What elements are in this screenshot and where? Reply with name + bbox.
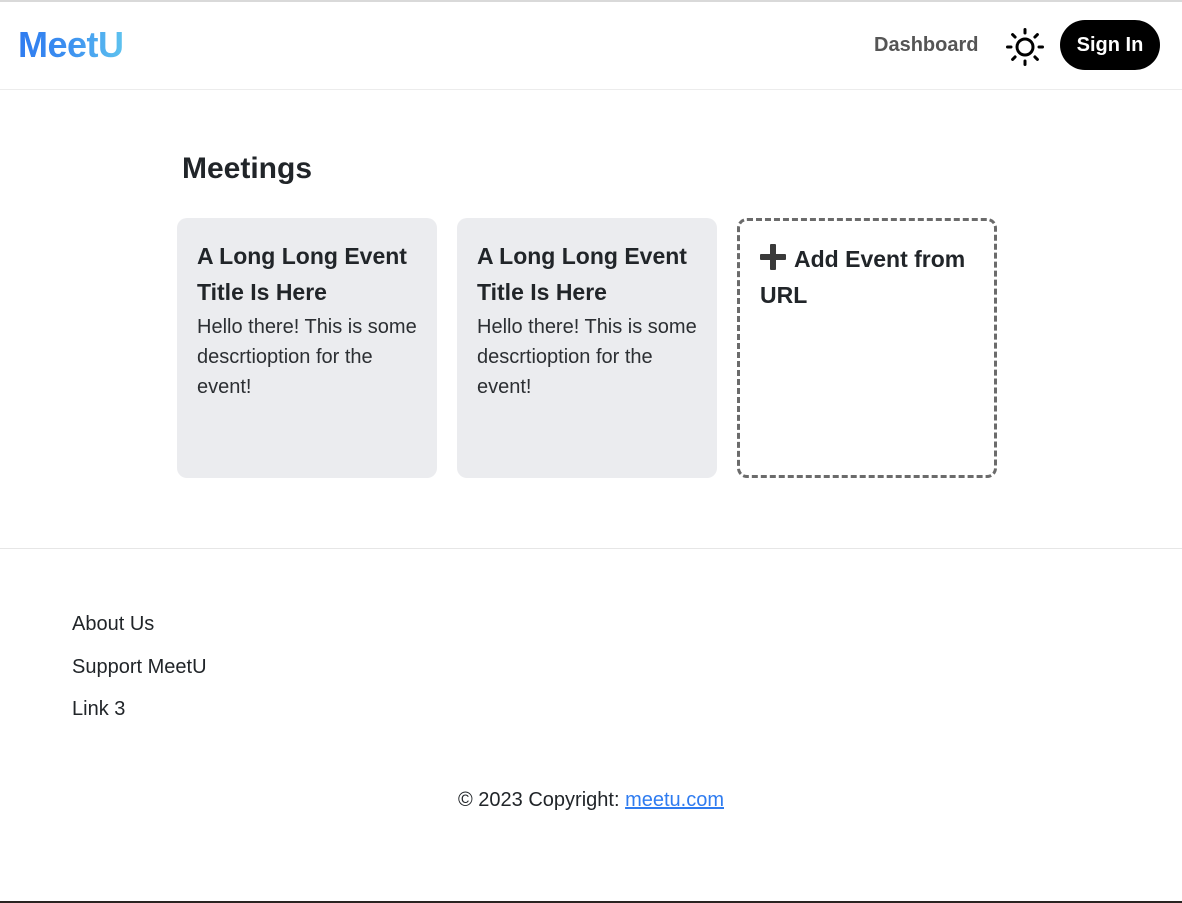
copyright: © 2023 Copyright: meetu.com	[0, 786, 1182, 814]
sun-icon[interactable]	[1006, 28, 1044, 66]
page-title: Meetings	[182, 152, 313, 185]
nav-link-dashboard[interactable]: Dashboard	[874, 32, 978, 58]
footer-link-about-us[interactable]: About Us	[72, 613, 154, 635]
footer-links: About Us Support MeetU Link 3	[72, 610, 207, 738]
footer-link-3[interactable]: Link 3	[72, 698, 125, 720]
event-card-description: Hello there! This is some descrtioption …	[477, 316, 697, 398]
footer-link-support[interactable]: Support MeetU	[72, 656, 207, 678]
event-card-description: Hello there! This is some descrtioption …	[197, 316, 417, 398]
copyright-link[interactable]: meetu.com	[625, 789, 724, 811]
event-card[interactable]: A Long Long Event Title Is Here Hello th…	[457, 218, 717, 478]
brand-logo[interactable]: MeetU	[18, 24, 124, 66]
add-event-heading: Add Event from URL	[760, 241, 974, 313]
event-card[interactable]: A Long Long Event Title Is Here Hello th…	[177, 218, 437, 478]
footer-link-item: Support MeetU	[72, 653, 207, 696]
copyright-text: © 2023 Copyright:	[458, 789, 626, 811]
footer-link-item: Link 3	[72, 695, 207, 738]
page: MeetU Dashboard Sign In Meetings A Long …	[0, 0, 1182, 903]
footer-divider	[0, 548, 1182, 549]
add-event-from-url-card[interactable]: Add Event from URL	[737, 218, 997, 478]
sign-in-button[interactable]: Sign In	[1060, 20, 1160, 70]
event-card-title: A Long Long Event Title Is Here	[197, 243, 407, 305]
plus-icon	[760, 244, 786, 270]
add-event-label: Add Event from URL	[760, 246, 966, 308]
navbar: MeetU Dashboard Sign In	[0, 2, 1182, 90]
footer-link-item: About Us	[72, 610, 207, 653]
event-card-title: A Long Long Event Title Is Here	[477, 243, 687, 305]
